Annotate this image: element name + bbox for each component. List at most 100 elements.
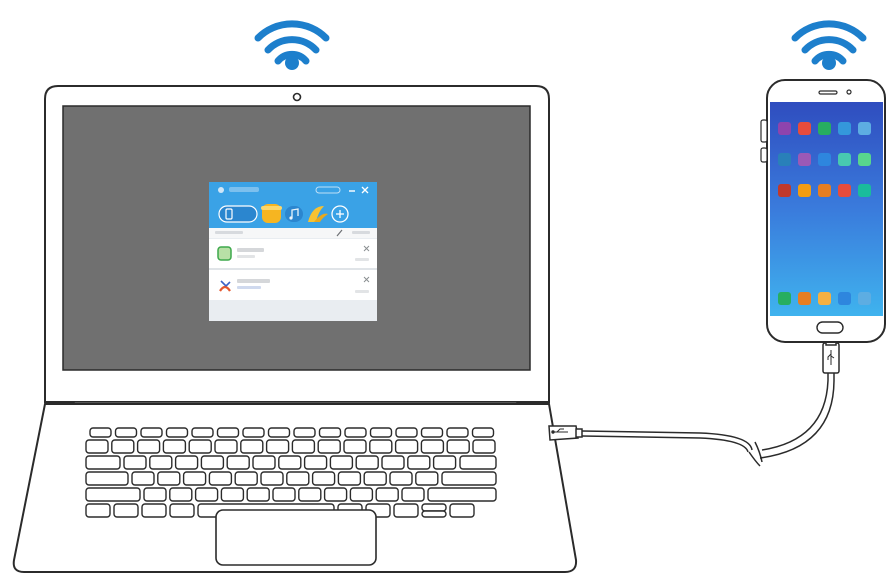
keyboard-key — [272, 487, 296, 502]
notification-row[interactable] — [209, 270, 377, 300]
keyboard-key — [337, 471, 362, 486]
wifi-icon-phone — [791, 20, 867, 70]
keyboard-key — [393, 503, 419, 518]
keyboard-key — [226, 455, 250, 470]
keyboard-key — [111, 439, 135, 454]
keyboard-key — [165, 427, 189, 438]
phone — [760, 79, 886, 343]
keyboard-key — [432, 455, 457, 470]
connection-illustration — [12, 20, 886, 573]
keyboard-key — [162, 439, 187, 454]
keyboard-key — [344, 427, 367, 438]
keyboard-key — [157, 471, 181, 486]
phone-app-icon[interactable] — [858, 122, 871, 135]
usb-cable — [548, 338, 840, 467]
keyboard-key — [329, 455, 354, 470]
phone-app-icon[interactable] — [778, 122, 791, 135]
phone-app-icon[interactable] — [798, 184, 811, 197]
keyboard-key — [131, 471, 155, 486]
keyboard-key — [85, 455, 121, 470]
keyboard-key — [323, 487, 348, 502]
keyboard-key — [369, 439, 393, 454]
keyboard-key — [252, 455, 276, 470]
keyboard-key — [459, 455, 497, 470]
keyboard-key — [363, 471, 387, 486]
keyboard-key — [85, 487, 141, 502]
phone-tab[interactable] — [218, 205, 258, 223]
phone-app-icon[interactable] — [818, 122, 831, 135]
keyboard-key — [191, 427, 214, 438]
phone-app-icon[interactable] — [778, 153, 791, 166]
music-icon[interactable] — [285, 206, 303, 222]
dock-app-icon[interactable] — [818, 292, 831, 305]
pot-icon[interactable] — [261, 204, 282, 223]
keyboard-key — [113, 503, 139, 518]
window-title-blur — [229, 187, 259, 192]
keyboard-key — [291, 439, 316, 454]
keyboard-key — [220, 487, 245, 502]
keyboard-key — [415, 471, 439, 486]
keyboard-key — [85, 471, 129, 486]
keyboard-key — [267, 427, 291, 438]
phone-app-icon[interactable] — [818, 153, 831, 166]
keyboard-key — [421, 503, 447, 512]
keyboard-key — [265, 439, 290, 454]
keyboard-key — [169, 487, 193, 502]
keyboard-key — [136, 439, 161, 454]
phone-app-icon[interactable] — [838, 184, 851, 197]
keyboard-key — [395, 427, 418, 438]
keyboard-key — [85, 439, 109, 454]
keyboard-key — [260, 471, 284, 486]
phone-app-icon[interactable] — [798, 153, 811, 166]
phone-app-icon[interactable] — [838, 153, 851, 166]
keyboard-key — [446, 427, 469, 438]
app-icon — [217, 246, 232, 261]
keyboard-key — [420, 439, 445, 454]
keyboard-key — [318, 427, 342, 438]
notification-row[interactable] — [209, 239, 377, 268]
keyboard-key — [427, 487, 497, 502]
keyboard-key — [246, 487, 270, 502]
phone-app-icon[interactable] — [858, 153, 871, 166]
keyboard-key — [141, 503, 167, 518]
keyboard-key — [143, 487, 167, 502]
keyboard-key — [298, 487, 322, 502]
keyboard-key — [471, 427, 495, 438]
keyboard-key — [240, 439, 264, 454]
keyboard-key — [381, 455, 405, 470]
keyboard-key — [407, 455, 431, 470]
dock-app-icon[interactable] — [798, 292, 811, 305]
keyboard-key — [89, 427, 112, 438]
phone-app-icon[interactable] — [858, 184, 871, 197]
keyboard-key — [286, 471, 310, 486]
keyboard-key — [472, 439, 496, 454]
phone-app-icon[interactable] — [798, 122, 811, 135]
keyboard-key — [188, 439, 212, 454]
keyboard-key — [214, 439, 238, 454]
phone-app-icon[interactable] — [838, 122, 851, 135]
keyboard-key — [446, 439, 470, 454]
wifi-icon-laptop — [254, 20, 330, 70]
touchpad[interactable] — [215, 509, 377, 566]
keyboard-key — [123, 455, 147, 470]
keyboard-key — [169, 503, 195, 518]
keyboard-key — [389, 471, 413, 486]
keyboard-key — [349, 487, 374, 502]
home-button[interactable] — [816, 321, 844, 334]
keyboard-key — [194, 487, 219, 502]
phone-app-icon[interactable] — [778, 184, 791, 197]
keyboard-key — [375, 487, 399, 502]
phone-app-icon[interactable] — [818, 184, 831, 197]
keyboard-key — [355, 455, 379, 470]
usb-icon — [551, 350, 835, 434]
keyboard-key — [208, 471, 233, 486]
dock-app-icon[interactable] — [778, 292, 791, 305]
keyboard-key — [369, 427, 393, 438]
app-window — [209, 182, 377, 321]
laptop — [12, 85, 578, 573]
keyboard-key — [394, 439, 419, 454]
keyboard-key — [401, 487, 425, 502]
dock-app-icon[interactable] — [838, 292, 851, 305]
dock-app-icon[interactable] — [858, 292, 871, 305]
keyboard-key — [149, 455, 173, 470]
